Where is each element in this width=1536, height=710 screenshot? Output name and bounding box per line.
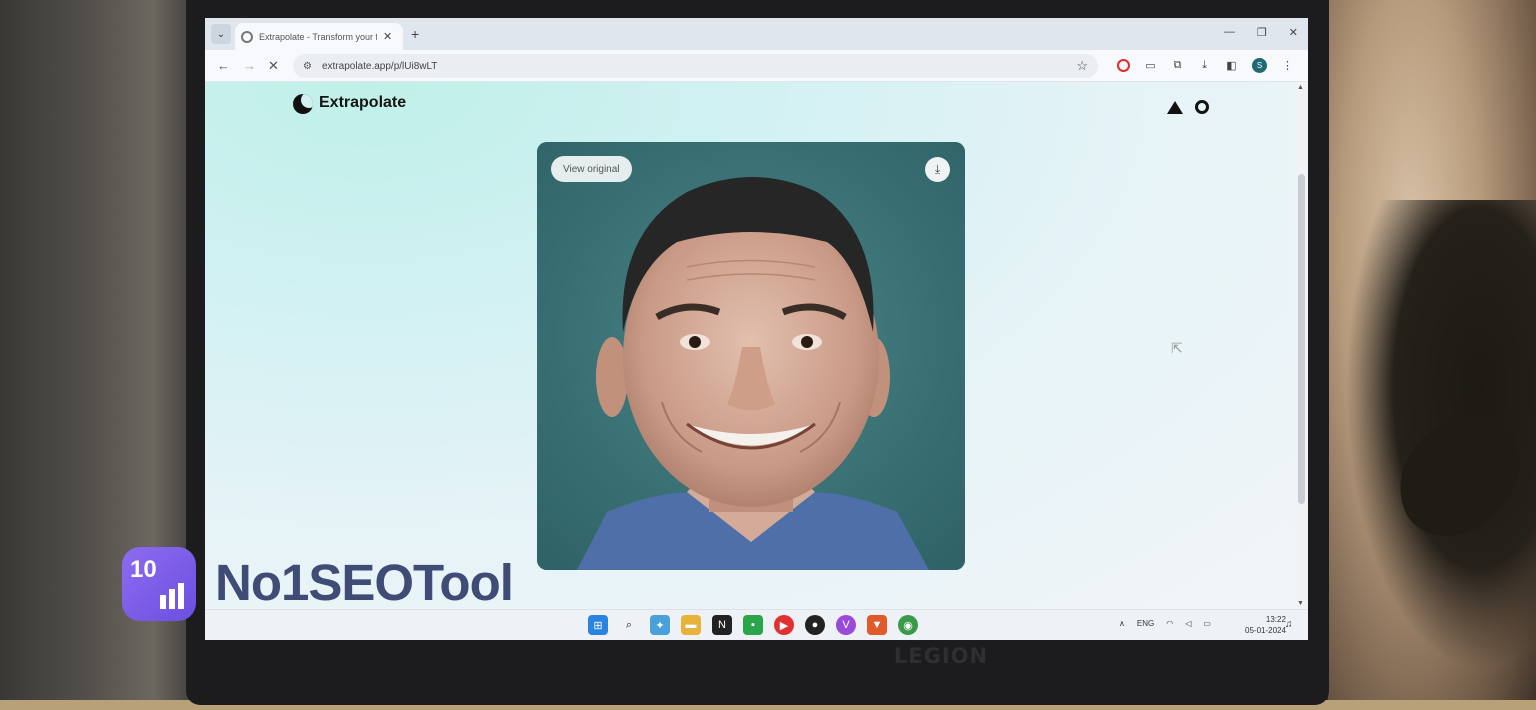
notion-icon[interactable]: N [712, 615, 732, 635]
extrapolate-page: Extrapolate View original ⤓ ⇱ [205, 82, 1295, 609]
file-explorer-icon[interactable]: ▬ [681, 615, 701, 635]
extensions-row: ▭ ⧉ ⤓ ◧ S ⋮ [1117, 58, 1294, 73]
copilot-icon[interactable]: ✦ [650, 615, 670, 635]
url-text: extrapolate.app/p/lUi8wLT [321, 60, 438, 72]
search-icon[interactable]: ⌕ [619, 615, 639, 635]
app-logo-text[interactable]: Extrapolate [319, 94, 406, 112]
battery-icon[interactable]: ▭ [1203, 619, 1211, 628]
svg-text:10: 10 [130, 556, 157, 583]
tray-expand-icon[interactable]: ∧ [1119, 619, 1125, 628]
chrome-icon[interactable]: ◉ [898, 615, 918, 635]
cast-extension-icon[interactable]: ▭ [1144, 59, 1157, 72]
aged-portrait-image [537, 142, 965, 570]
address-bar[interactable]: ⚙ extrapolate.app/p/lUi8wLT ☆ [293, 54, 1098, 78]
wifi-icon[interactable]: ◠ [1166, 619, 1173, 628]
vpn-app-icon[interactable]: V [836, 615, 856, 635]
volume-icon[interactable]: ◁ [1185, 619, 1191, 628]
screen: ⌄ Extrapolate - Transform your fa ✕ + — … [205, 18, 1308, 640]
tab-search-button[interactable]: ⌄ [211, 24, 231, 44]
watermark-text: No1SEOTool [215, 554, 514, 611]
download-icon[interactable]: ⤓ [925, 157, 950, 182]
whatsapp-icon[interactable]: ▪ [743, 615, 763, 635]
taskbar-clock[interactable]: 13:22 05-01-2024 [1245, 614, 1286, 636]
obs-icon[interactable]: ● [805, 615, 825, 635]
browser-tab[interactable]: Extrapolate - Transform your fa ✕ [235, 23, 403, 50]
mouse-cursor-icon: ⇱ [1171, 340, 1183, 356]
opera-extension-icon[interactable] [1117, 59, 1130, 72]
app-header: Extrapolate [205, 82, 1295, 128]
bookmark-star-icon[interactable]: ☆ [1076, 58, 1088, 74]
laptop-brand-label: LEGION [893, 644, 989, 668]
windows-start-icon[interactable]: ⊞ [588, 615, 608, 635]
close-window-icon[interactable]: ✕ [1289, 26, 1298, 39]
window-controls: — ❐ ✕ [1224, 26, 1298, 39]
restore-icon[interactable]: ❐ [1257, 26, 1267, 39]
notification-bell-icon[interactable]: ♫ [1285, 619, 1293, 630]
site-info-icon[interactable]: ⚙ [303, 61, 312, 72]
back-icon[interactable]: ← [217, 58, 230, 73]
extensions-puzzle-icon[interactable]: ⧉ [1171, 59, 1184, 72]
clock-date: 05-01-2024 [1245, 626, 1286, 635]
extrapolate-logo-icon[interactable] [293, 94, 313, 114]
stop-loading-icon[interactable]: ✕ [268, 58, 279, 74]
language-indicator[interactable]: ENG [1137, 619, 1154, 628]
forward-icon[interactable]: → [243, 58, 256, 73]
new-tab-button[interactable]: + [411, 26, 419, 42]
watermark-logo-icon: 10 [130, 556, 184, 609]
loading-favicon-icon [241, 30, 253, 43]
windows-taskbar: ⊞ ⌕ ✦ ▬ N ▪ ▶ ● V ▼ ◉ ∧ ENG ◠ ◁ ▭ 13:22 … [205, 609, 1308, 640]
github-icon[interactable] [1195, 100, 1209, 114]
scroll-up-icon[interactable]: ▲ [1297, 84, 1304, 91]
downloads-icon[interactable]: ⤓ [1198, 59, 1211, 72]
side-panel-icon[interactable]: ◧ [1225, 59, 1238, 72]
minimize-icon[interactable]: — [1224, 26, 1235, 39]
browser-toolbar: ← → ✕ ⚙ extrapolate.app/p/lUi8wLT ☆ ▭ ⧉ … [205, 50, 1308, 82]
tab-title: Extrapolate - Transform your fa [259, 31, 377, 42]
view-original-button[interactable]: View original [551, 156, 632, 182]
profile-avatar[interactable]: S [1252, 58, 1267, 73]
watermark-logo: 10 [122, 547, 196, 621]
browser-titlebar: ⌄ Extrapolate - Transform your fa ✕ + — … [205, 18, 1308, 50]
scroll-down-icon[interactable]: ▼ [1297, 600, 1304, 607]
browser-menu-icon[interactable]: ⋮ [1281, 59, 1294, 72]
taskbar-apps: ⊞ ⌕ ✦ ▬ N ▪ ▶ ● V ▼ ◉ [588, 615, 918, 635]
scrollbar-thumb[interactable] [1298, 174, 1305, 504]
youtube-music-icon[interactable]: ▶ [774, 615, 794, 635]
result-image-card: View original ⤓ [537, 142, 965, 570]
vercel-icon[interactable] [1167, 101, 1183, 114]
clock-time: 13:22 [1265, 615, 1286, 624]
brave-icon[interactable]: ▼ [867, 615, 887, 635]
system-tray: ∧ ENG ◠ ◁ ▭ [1119, 619, 1211, 628]
close-tab-icon[interactable]: ✕ [383, 30, 392, 43]
page-scrollbar[interactable]: ▲ ▼ [1295, 82, 1308, 609]
